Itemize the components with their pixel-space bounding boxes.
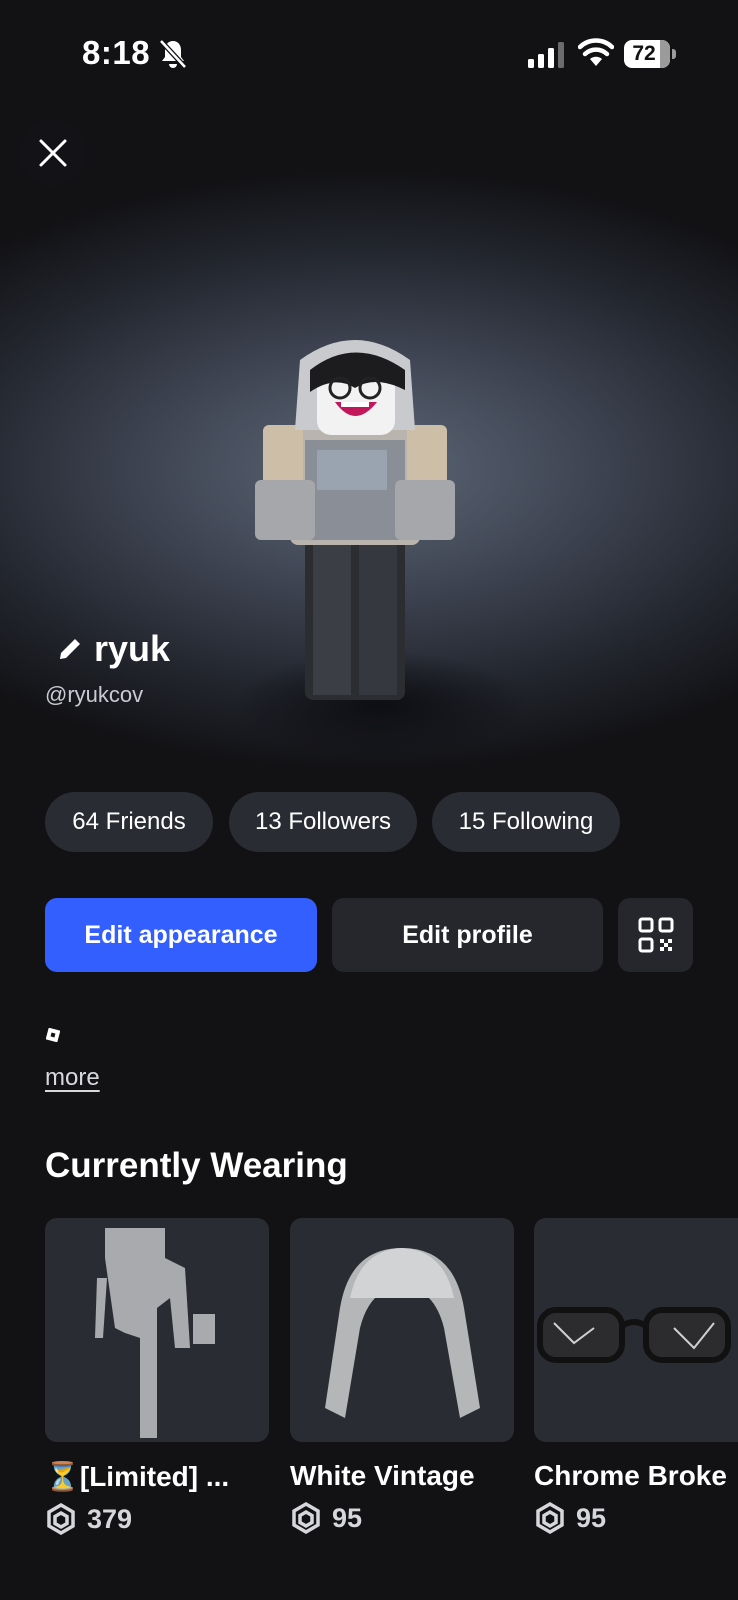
item-price-row: 95	[290, 1502, 514, 1534]
qr-code-icon	[638, 917, 673, 953]
wearing-item-2[interactable]: White Vintage 95	[290, 1218, 514, 1534]
battery-icon: 72	[624, 40, 676, 68]
robux-icon	[536, 1502, 564, 1534]
battery-level: 72	[632, 42, 656, 65]
bell-muted-icon	[159, 39, 187, 69]
bio-more-link[interactable]: more	[45, 1064, 100, 1092]
item-price: 379	[87, 1503, 133, 1534]
pencil-icon[interactable]	[56, 635, 84, 663]
currently-wearing-title: Currently Wearing	[45, 1146, 348, 1185]
vintage-hood-icon	[325, 1248, 480, 1418]
edit-profile-button[interactable]: Edit profile	[332, 898, 603, 972]
close-icon	[39, 139, 67, 167]
followers-pill[interactable]: 13 Followers	[229, 792, 417, 852]
clothing-silhouette-icon	[95, 1228, 215, 1438]
qr-code-button[interactable]	[618, 898, 693, 972]
friends-pill[interactable]: 64 Friends	[45, 792, 213, 852]
item-thumbnail[interactable]	[534, 1218, 738, 1442]
status-time: 8:18	[82, 34, 151, 71]
item-price-row: 379	[45, 1503, 269, 1535]
display-name: ryuk	[94, 628, 171, 669]
item-name: White Vintage	[290, 1460, 475, 1491]
item-thumbnail[interactable]	[290, 1218, 514, 1442]
item-thumbnail[interactable]	[45, 1218, 269, 1442]
wearing-item-1[interactable]: ⏳[Limited] ... 379	[45, 1218, 269, 1535]
following-pill[interactable]: 15 Following	[432, 792, 620, 852]
edit-appearance-button[interactable]: Edit appearance	[45, 898, 317, 972]
item-name: Chrome Broke	[534, 1460, 727, 1491]
roblox-logo-icon	[46, 1028, 60, 1042]
wifi-icon	[578, 38, 614, 66]
glasses-icon	[537, 1307, 731, 1363]
item-price: 95	[576, 1502, 607, 1533]
item-name: ⏳[Limited] ...	[45, 1461, 230, 1492]
close-button[interactable]	[20, 120, 86, 186]
status-bar: 8:18 72	[0, 0, 738, 110]
cellular-signal-icon	[528, 42, 564, 68]
avatar-figure[interactable]	[255, 330, 455, 710]
robux-icon	[47, 1503, 75, 1535]
display-name-row[interactable]: ryuk	[56, 628, 170, 670]
username: @ryukcov	[45, 682, 144, 707]
robux-icon	[292, 1502, 320, 1534]
wearing-item-3[interactable]: Chrome Broke 95	[534, 1218, 738, 1534]
item-price-row: 95	[534, 1502, 738, 1534]
item-price: 95	[332, 1502, 363, 1533]
